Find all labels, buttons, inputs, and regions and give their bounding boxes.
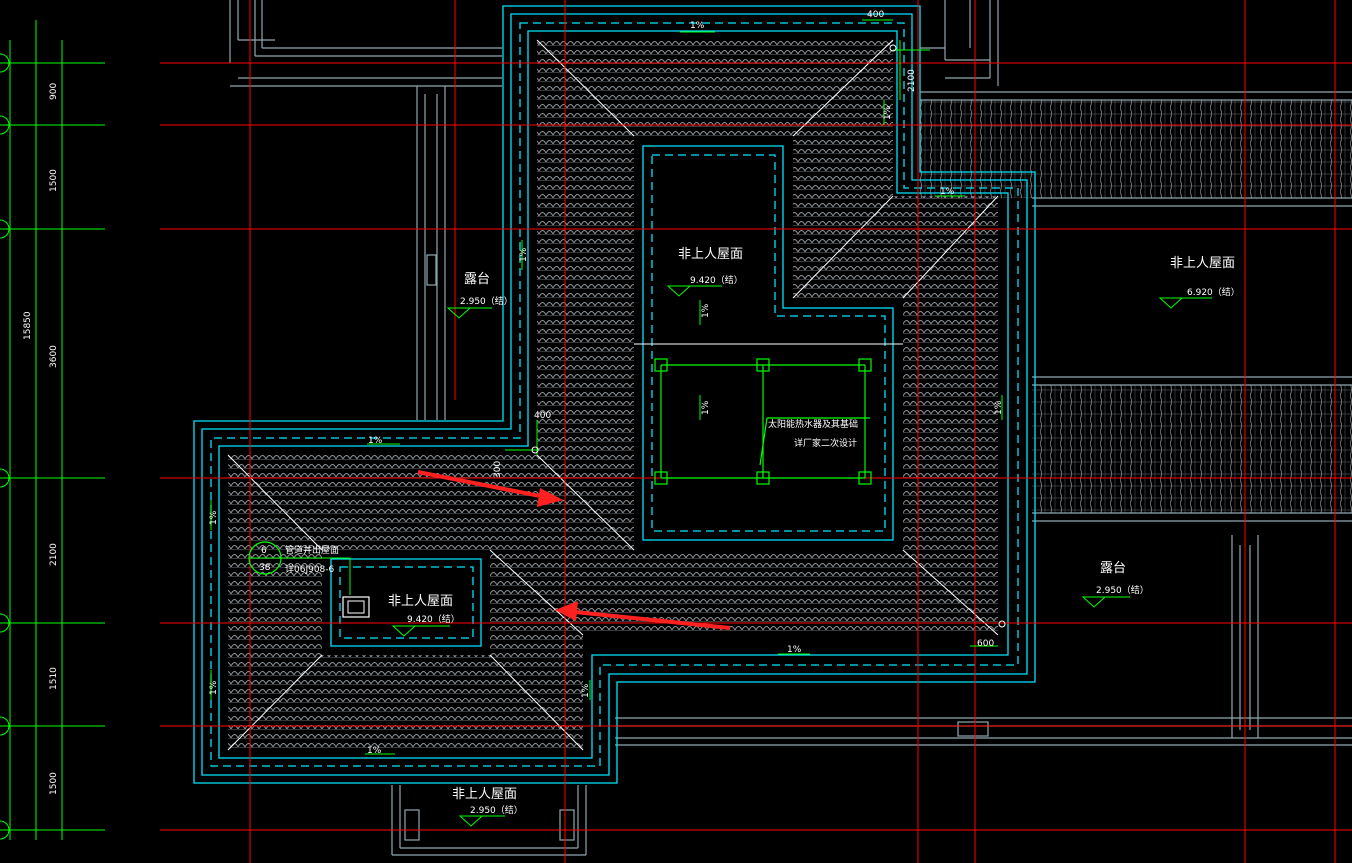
main-roof (227, 39, 999, 751)
dim-left-5: 1510 (49, 667, 59, 690)
slope-12: 1% (209, 680, 219, 695)
vent-note-line-1: 管道井出屋面 (285, 544, 339, 556)
solar-heater-frame (634, 343, 903, 485)
detail-number-top: 6 (261, 546, 267, 556)
slope-13: 1% (581, 683, 591, 698)
dim-left-1: 900 (49, 83, 59, 100)
slope-4: 1% (367, 746, 382, 756)
elev-terrace-top-left: 2.950（结） (460, 295, 513, 307)
label-terrace-right: 露台 (1100, 561, 1126, 576)
slope-10: 1% (701, 400, 711, 415)
label-roof-right: 非上人屋面 (1170, 256, 1235, 271)
slope-1: 1% (690, 21, 705, 31)
dim-left-4: 2100 (49, 543, 59, 566)
slope-5: 1% (787, 645, 802, 655)
label-terrace-top-left: 露台 (464, 272, 490, 287)
dim-300-mid: 300 (493, 461, 503, 478)
slope-8: 1% (994, 400, 1004, 415)
label-roof-top-center: 非上人屋面 (678, 247, 743, 262)
dim-2100-top: 2100 (907, 69, 917, 92)
dim-600-right: 600 (977, 639, 994, 649)
slope-6: 1% (519, 247, 529, 262)
elev-roof-bottom: 2.950（结） (470, 804, 523, 816)
detail-number-bottom: 38 (259, 563, 271, 573)
dim-400-top: 400 (867, 10, 884, 20)
dim-left-6: 1500 (49, 772, 59, 795)
left-dimension-column (0, 20, 105, 840)
slope-9: 1% (701, 303, 711, 318)
vent-note-line-2: 详06J908-6 (285, 563, 335, 575)
slope-11: 1% (209, 510, 219, 525)
slope-7: 1% (883, 105, 893, 120)
dim-left-total: 15850 (23, 311, 33, 340)
slope-3: 1% (368, 436, 383, 446)
elev-roof-top-center: 9.420（结） (690, 274, 743, 286)
elev-roof-right: 6.920（结） (1187, 286, 1240, 298)
dim-left-3: 3600 (49, 345, 59, 368)
cad-roof-plan: 900 1500 3600 2100 1510 1500 15850 露台 2.… (0, 0, 1352, 863)
elev-terrace-right: 2.950（结） (1096, 584, 1149, 596)
dim-400-mid: 400 (534, 411, 551, 421)
label-roof-lower-center: 非上人屋面 (388, 594, 453, 609)
slope-2: 1% (940, 187, 955, 197)
dim-left-2: 1500 (49, 169, 59, 192)
solar-note-line-2: 详厂家二次设计 (794, 437, 857, 449)
elev-roof-lower-center: 9.420（结） (407, 613, 460, 625)
label-roof-bottom: 非上人屋面 (452, 787, 517, 802)
solar-note-line-1: 太阳能热水器及其基础 (768, 418, 858, 430)
